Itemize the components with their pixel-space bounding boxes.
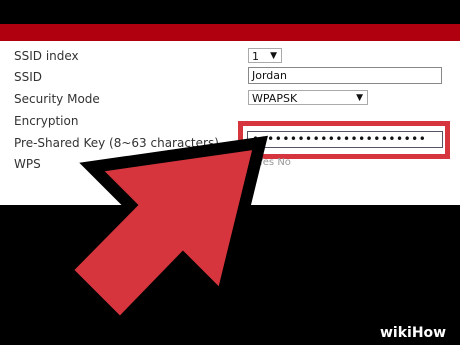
pointer-arrow-icon bbox=[57, 135, 268, 333]
wikihow-watermark: wikiHow bbox=[380, 325, 447, 341]
